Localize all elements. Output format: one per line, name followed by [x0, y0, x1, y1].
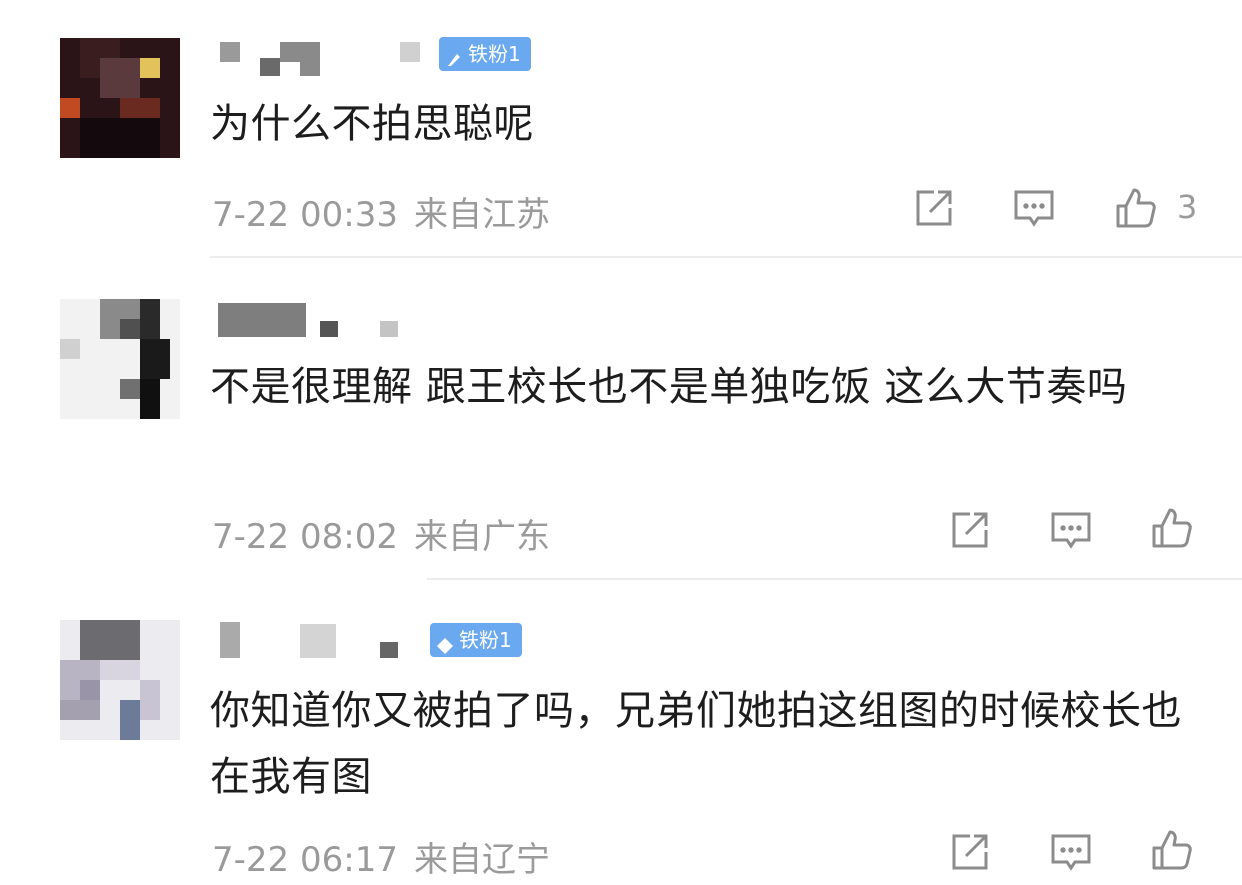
divider	[427, 578, 1242, 580]
username[interactable]	[212, 620, 422, 660]
fan-badge: 铁粉1	[439, 37, 531, 71]
comment-date: 7-22 06:17	[212, 840, 398, 880]
fan-badge-icon	[445, 45, 463, 66]
comment-location: 来自江苏	[413, 195, 550, 235]
comment-location: 来自广东	[413, 517, 550, 557]
like-icon[interactable]	[1150, 506, 1194, 550]
comment-meta: 7-22 08:02 来自广东	[212, 509, 550, 558]
avatar[interactable]	[60, 38, 180, 158]
like-icon[interactable]	[1150, 828, 1194, 872]
badge-label: 铁粉1	[468, 42, 521, 66]
comment-icon[interactable]	[1012, 186, 1056, 230]
comment-meta: 7-22 00:33 来自江苏	[212, 187, 550, 236]
comment-icon[interactable]	[1049, 830, 1093, 874]
avatar[interactable]	[60, 299, 180, 419]
comment-date: 7-22 00:33	[212, 195, 398, 235]
share-icon[interactable]	[948, 830, 992, 874]
comment-text: 为什么不拍思聪呢	[210, 101, 534, 147]
comment-text: 你知道你又被拍了吗，兄弟们她拍这组图的时候校长也在我有图	[210, 688, 1182, 800]
like-count: 3	[1177, 188, 1198, 226]
fan-badge-icon	[436, 631, 454, 654]
comment-date: 7-22 08:02	[212, 517, 398, 557]
like-icon[interactable]	[1114, 186, 1158, 230]
comment-icon[interactable]	[1049, 508, 1093, 552]
badge-label: 铁粉1	[459, 628, 512, 652]
comment-location: 来自辽宁	[413, 840, 550, 880]
username[interactable]	[212, 299, 412, 339]
share-icon[interactable]	[948, 508, 992, 552]
share-icon[interactable]	[912, 186, 956, 230]
avatar[interactable]	[60, 620, 180, 740]
comment-meta: 7-22 06:17 来自辽宁	[212, 832, 550, 881]
comment-text: 不是很理解 跟王校长也不是单独吃饭 这么大节奏吗	[210, 364, 1128, 410]
fan-badge: 铁粉1	[430, 623, 522, 657]
divider	[210, 256, 1242, 258]
